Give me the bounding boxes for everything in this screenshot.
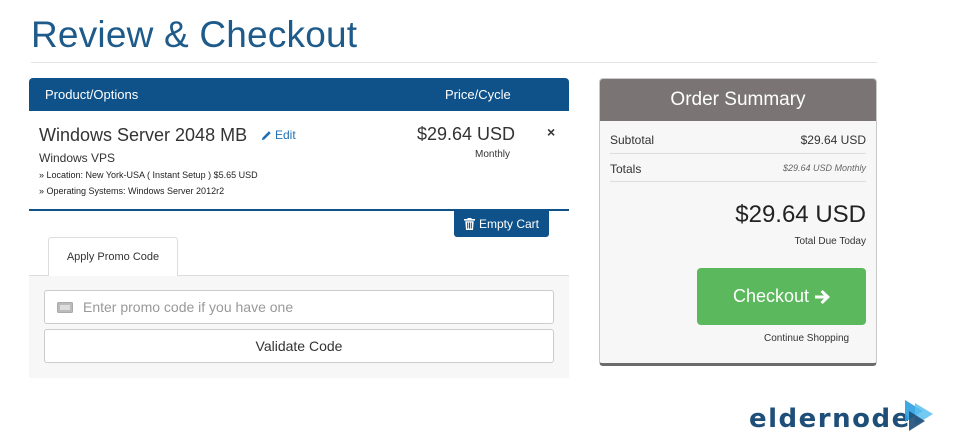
title-divider xyxy=(31,62,877,63)
continue-shopping-link[interactable]: Continue Shopping xyxy=(764,333,849,344)
summary-divider xyxy=(610,153,866,154)
cart-item: Windows Server 2048 MB Edit Windows VPS … xyxy=(29,111,569,210)
item-name: Windows Server 2048 MB xyxy=(39,125,248,145)
item-option-os: » Operating Systems: Windows Server 2012… xyxy=(39,186,225,196)
tab-apply-promo-code[interactable]: Apply Promo Code xyxy=(48,237,178,276)
eldernode-logo: eldernode xyxy=(749,397,941,437)
product-options-header: Product/Options xyxy=(45,87,139,102)
total-due-amount: $29.64 USD xyxy=(735,201,866,228)
summary-divider xyxy=(610,181,866,182)
item-option-location: » Location: New York-USA ( Instant Setup… xyxy=(39,170,258,180)
total-due-label: Total Due Today xyxy=(794,236,866,247)
empty-cart-button[interactable]: Empty Cart xyxy=(454,211,549,237)
pencil-icon xyxy=(261,130,271,140)
order-summary-title: Order Summary xyxy=(600,79,876,121)
price-cycle-header: Price/Cycle xyxy=(445,87,511,102)
edit-link[interactable]: Edit xyxy=(261,128,296,142)
promo-code-field[interactable] xyxy=(44,290,554,324)
promo-code-input[interactable] xyxy=(83,299,523,315)
checkout-label: Checkout xyxy=(732,286,810,306)
item-cycle: Monthly xyxy=(475,149,511,160)
item-group: Windows VPS xyxy=(39,151,116,165)
checkout-button[interactable]: Checkout xyxy=(697,268,866,325)
logo-wordmark: eldernode xyxy=(749,404,911,434)
trash-icon xyxy=(463,218,475,230)
totals-value: $29.64 USD Monthly xyxy=(782,163,866,173)
page-title: Review & Checkout xyxy=(31,14,358,55)
item-price: $29.64 USD xyxy=(417,124,516,144)
edit-label: Edit xyxy=(275,128,296,142)
order-summary-panel: Order Summary Subtotal $29.64 USD Totals… xyxy=(599,78,877,366)
empty-cart-label: Empty Cart xyxy=(478,217,539,231)
validate-code-button[interactable]: Validate Code xyxy=(44,329,554,363)
subtotal-value: $29.64 USD xyxy=(800,133,866,147)
subtotal-label: Subtotal xyxy=(610,133,655,147)
logo-play-icon xyxy=(905,400,933,431)
arrow-right-icon xyxy=(815,289,831,304)
remove-item-close-icon[interactable]: × xyxy=(547,124,555,140)
totals-label: Totals xyxy=(610,162,642,176)
cart-table-header: Product/Options Price/Cycle xyxy=(29,78,569,111)
ticket-icon xyxy=(57,301,73,313)
